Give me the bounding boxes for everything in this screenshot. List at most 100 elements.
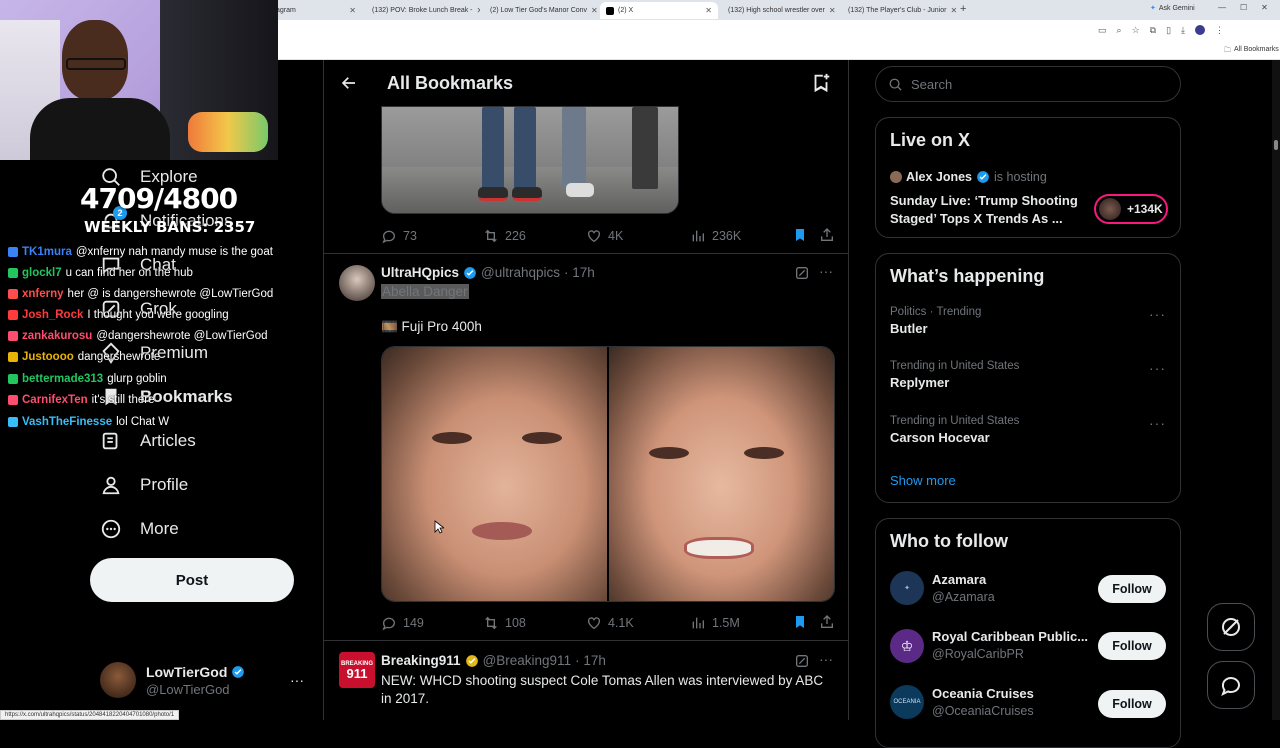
bookmark-add-folder-icon[interactable] xyxy=(810,72,832,94)
page-scrollbar[interactable] xyxy=(1272,60,1280,720)
views-button[interactable]: 236K xyxy=(690,228,741,244)
follow-button[interactable]: Follow xyxy=(1098,575,1166,603)
browser-tab[interactable]: (2) Low Tier God's Manor Conv ✕ xyxy=(480,2,600,19)
close-icon[interactable]: ✕ xyxy=(829,6,836,15)
extensions-icon[interactable]: ⧉ xyxy=(1150,25,1156,36)
nav-profile[interactable]: Profile xyxy=(100,474,188,496)
grok-fab[interactable] xyxy=(1207,603,1255,651)
search-box[interactable]: Search xyxy=(875,66,1181,102)
nav-articles[interactable]: Articles xyxy=(100,430,196,452)
ask-gemini-button[interactable]: ✦ Ask Gemini xyxy=(1150,4,1195,13)
tweet-photo-left[interactable] xyxy=(382,347,607,601)
close-icon[interactable]: ✕ xyxy=(349,6,356,15)
who-to-follow-panel: Who to follow ✦ Azamara @Azamara Follow … xyxy=(875,518,1181,748)
minimize-icon[interactable]: — xyxy=(1218,3,1226,12)
close-icon[interactable]: ✕ xyxy=(950,6,957,15)
repost-button[interactable]: 226 xyxy=(483,228,526,244)
close-icon[interactable]: ✕ xyxy=(591,6,598,15)
scrollbar-thumb[interactable] xyxy=(1274,140,1278,150)
account-switcher[interactable]: LowTierGod @LowTierGod xyxy=(146,664,245,697)
maximize-icon[interactable]: ☐ xyxy=(1240,3,1247,12)
tweet-author-name[interactable]: Breaking911 xyxy=(381,653,461,668)
browser-tab[interactable]: agram ✕ xyxy=(270,2,362,19)
trend-more-icon[interactable]: ··· xyxy=(1149,415,1166,431)
live-listeners-pill[interactable]: +134K xyxy=(1094,194,1168,224)
tweet-author-handle[interactable]: @Breaking911 xyxy=(483,653,572,668)
back-arrow-icon[interactable] xyxy=(340,74,358,92)
reply-button[interactable]: 149 xyxy=(381,615,424,631)
trend-more-icon[interactable]: ··· xyxy=(1149,360,1166,376)
bookmark-filled-icon[interactable] xyxy=(792,227,808,243)
tweet-time[interactable]: · 17h xyxy=(564,265,595,280)
image-leg xyxy=(562,107,586,187)
share-icon[interactable] xyxy=(819,614,835,630)
nav-more[interactable]: More xyxy=(100,518,179,540)
trend-more-icon[interactable]: ··· xyxy=(1149,306,1166,322)
account-avatar[interactable] xyxy=(100,662,136,698)
grok-icon[interactable] xyxy=(794,653,810,669)
browser-tab[interactable]: (132) High school wrestler over ✕ xyxy=(718,2,838,19)
tweet-more-icon[interactable]: ··· xyxy=(819,651,833,667)
follow-button[interactable]: Follow xyxy=(1098,632,1166,660)
like-button[interactable]: 4.1K xyxy=(586,615,634,631)
follow-suggestion[interactable]: Azamara @Azamara xyxy=(932,572,995,604)
tweet-media-image[interactable] xyxy=(381,106,679,214)
new-tab-icon[interactable]: + xyxy=(960,3,966,15)
photo-eye xyxy=(744,447,784,459)
bookmark-filled-icon[interactable] xyxy=(792,614,808,630)
browser-tab[interactable]: (132) The Player's Club - Junior ✕ xyxy=(838,2,958,19)
share-icon[interactable] xyxy=(819,227,835,243)
post-button[interactable]: Post xyxy=(90,558,294,602)
azamara-avatar[interactable]: ✦ xyxy=(890,571,924,605)
reply-button[interactable]: 73 xyxy=(381,228,417,244)
tweet-author-avatar[interactable] xyxy=(339,265,375,301)
account-more-icon[interactable]: ··· xyxy=(290,672,304,688)
tweet-author-name[interactable]: UltraHQpics xyxy=(381,265,459,280)
tweet-author-avatar[interactable]: BREAKING 911 xyxy=(339,652,375,688)
cast-icon[interactable]: ▭ xyxy=(1098,25,1107,36)
views-button[interactable]: 1.5M xyxy=(690,615,740,631)
show-more-link[interactable]: Show more xyxy=(890,473,956,488)
follow-suggestion[interactable]: Royal Caribbean Public... @RoyalCaribPR xyxy=(932,629,1088,661)
repost-button[interactable]: 108 xyxy=(483,615,526,631)
repost-icon xyxy=(485,616,497,630)
star-icon[interactable]: ☆ xyxy=(1132,25,1140,36)
account-name: LowTierGod xyxy=(146,664,228,680)
chat-text: @dangershewrote @LowTierGod xyxy=(96,330,268,342)
trend-item[interactable]: Politics · Trending Butler xyxy=(890,306,1168,336)
follow-button[interactable]: Follow xyxy=(1098,690,1166,718)
live-topic[interactable]: Sunday Live: ‘Trump Shooting Staged’ Top… xyxy=(890,192,1085,228)
oceania-avatar[interactable]: OCEANIA xyxy=(890,685,924,719)
royal-caribbean-avatar[interactable]: ♔ xyxy=(890,629,924,663)
window-close-icon[interactable]: ✕ xyxy=(1261,3,1268,12)
tweet-media-grid[interactable] xyxy=(381,346,835,602)
trend-item[interactable]: Trending in United States Replymer xyxy=(890,360,1168,390)
tweet-time[interactable]: · 17h xyxy=(575,653,606,668)
download-icon[interactable]: ⤓ xyxy=(1181,25,1185,36)
like-count: 4K xyxy=(608,229,624,243)
chat-username: Josh_Rock xyxy=(22,309,84,321)
panel-title: Live on X xyxy=(890,130,971,150)
repost-count: 226 xyxy=(505,229,526,243)
profile-avatar-icon[interactable] xyxy=(1195,25,1206,35)
tweet-more-icon[interactable]: ··· xyxy=(819,263,833,279)
trend-item[interactable]: Trending in United States Carson Hocevar xyxy=(890,415,1168,445)
tab-label: (132) POV: Broke Lunch Break - xyxy=(372,7,473,14)
search-placeholder: Search xyxy=(911,76,953,92)
messages-fab[interactable] xyxy=(1207,661,1255,709)
kebab-menu-icon[interactable]: ⋮ xyxy=(1215,25,1224,36)
tweet-author-handle[interactable]: @ultrahqpics xyxy=(481,265,560,280)
like-button[interactable]: 4K xyxy=(586,228,623,244)
follow-suggestion[interactable]: Oceania Cruises @OceaniaCruises xyxy=(932,686,1034,718)
browser-tab-active[interactable]: (2) X ✕ xyxy=(600,2,718,19)
live-host-row[interactable]: Alex Jones is hosting xyxy=(890,170,1047,184)
all-bookmarks-folder[interactable]: 🗀 All Bookmarks xyxy=(1224,46,1279,57)
live-on-x-panel: Live on X Alex Jones is hosting Sunday L… xyxy=(875,117,1181,238)
listener-count: +134K xyxy=(1127,202,1163,216)
grok-icon[interactable] xyxy=(794,265,810,281)
close-icon[interactable]: ✕ xyxy=(705,6,712,15)
zoom-icon[interactable]: ⌕ xyxy=(1117,25,1122,36)
tweet-photo-right[interactable] xyxy=(609,347,834,601)
sidebar-icon[interactable]: ▯ xyxy=(1166,25,1171,36)
browser-tab[interactable]: (132) POV: Broke Lunch Break - ✕ xyxy=(362,2,480,19)
